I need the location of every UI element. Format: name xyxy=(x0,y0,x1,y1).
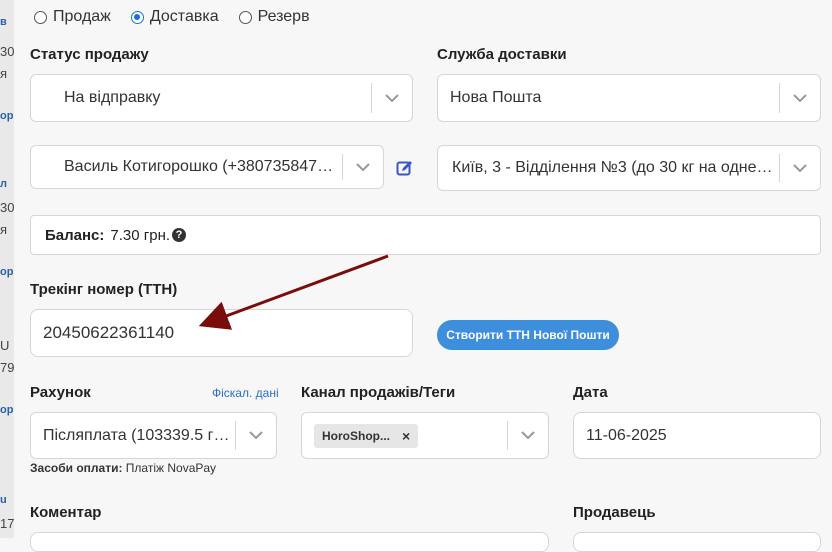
seller-label: Продавець xyxy=(573,504,656,521)
create-ttn-button[interactable]: Створити ТТН Нової Пошти xyxy=(437,320,619,350)
chevron-down-icon[interactable] xyxy=(780,163,820,173)
comment-label: Коментар xyxy=(30,504,102,521)
remove-tag-icon[interactable]: × xyxy=(402,428,410,444)
account-select[interactable]: Післяплата (103339.5 грн) xyxy=(30,412,277,459)
balance-value: 7.30 грн. xyxy=(110,226,171,244)
date-input[interactable]: 11-06-2025 xyxy=(573,412,821,459)
payment-methods-label: Засоби оплати: xyxy=(30,461,123,475)
balance-label: Баланс: xyxy=(45,226,105,244)
radio-sale-label: Продаж xyxy=(53,8,111,25)
edit-recipient-icon[interactable] xyxy=(396,159,414,177)
left-cropped-panel: в 30 я ор л 30 я ор U 79 ор u 17 xyxy=(0,0,14,538)
date-value: 11-06-2025 xyxy=(586,426,667,444)
chevron-down-icon[interactable] xyxy=(508,431,548,440)
branch-value: Київ, 3 - Відділення №3 (до 30 кг на одн… xyxy=(452,159,775,176)
radio-delivery-label: Доставка xyxy=(149,8,219,25)
channel-tag-label: HoroShop... xyxy=(322,428,390,443)
chevron-down-icon[interactable] xyxy=(372,93,412,103)
comment-input[interactable] xyxy=(30,532,549,552)
balance-box: Баланс: 7.30 грн. ? xyxy=(30,215,821,255)
delivery-service-value: Нова Пошта xyxy=(450,89,542,106)
tracking-label: Трекінг номер (ТТН) xyxy=(30,281,178,298)
delivery-service-select[interactable]: Нова Пошта xyxy=(437,74,821,122)
delivery-service-label: Служба доставки xyxy=(437,46,567,63)
radio-sale[interactable]: Продаж xyxy=(34,8,111,26)
recipient-select[interactable]: Василь Котигорошко (+380735847373) xyxy=(30,145,384,189)
seller-select[interactable] xyxy=(573,532,821,552)
channel-select[interactable]: HoroShop... × xyxy=(301,412,549,459)
account-value: Післяплата (103339.5 грн) xyxy=(43,426,231,444)
radio-delivery-indicator[interactable] xyxy=(130,10,144,24)
status-select-value: На відправку xyxy=(64,89,161,106)
shipping-mode-radio-group: Продаж Доставка Резерв xyxy=(34,8,330,26)
radio-reserve[interactable]: Резерв xyxy=(238,8,310,26)
fiscal-data-link[interactable]: Фіскал. дані xyxy=(212,386,279,400)
branch-select[interactable]: Київ, 3 - Відділення №3 (до 30 кг на одн… xyxy=(437,145,821,191)
recipient-value: Василь Котигорошко (+380735847373) xyxy=(64,158,340,175)
chevron-down-icon[interactable] xyxy=(236,431,276,440)
channel-label: Канал продажів/Теги xyxy=(301,384,456,401)
chevron-down-icon[interactable] xyxy=(343,162,383,172)
status-label: Статус продажу xyxy=(30,46,149,63)
channel-tag: HoroShop... × xyxy=(314,423,419,448)
radio-sale-indicator[interactable] xyxy=(34,10,47,24)
status-select[interactable]: На відправку xyxy=(30,74,413,122)
annotation-arrow xyxy=(198,254,389,330)
tracking-value: 20450622361140 xyxy=(43,323,175,342)
radio-reserve-label: Резерв xyxy=(257,8,310,25)
payment-methods-value: Платіж NovaPay xyxy=(125,461,217,475)
payment-methods-note: Засоби оплати: Платіж NovaPay xyxy=(30,461,216,475)
chevron-down-icon[interactable] xyxy=(780,93,820,103)
channel-tags: HoroShop... × xyxy=(314,423,507,448)
radio-delivery[interactable]: Доставка xyxy=(130,8,219,26)
question-icon[interactable]: ? xyxy=(172,228,187,242)
account-label: Рахунок xyxy=(30,384,91,401)
radio-reserve-indicator[interactable] xyxy=(238,10,252,24)
date-label: Дата xyxy=(573,384,608,401)
